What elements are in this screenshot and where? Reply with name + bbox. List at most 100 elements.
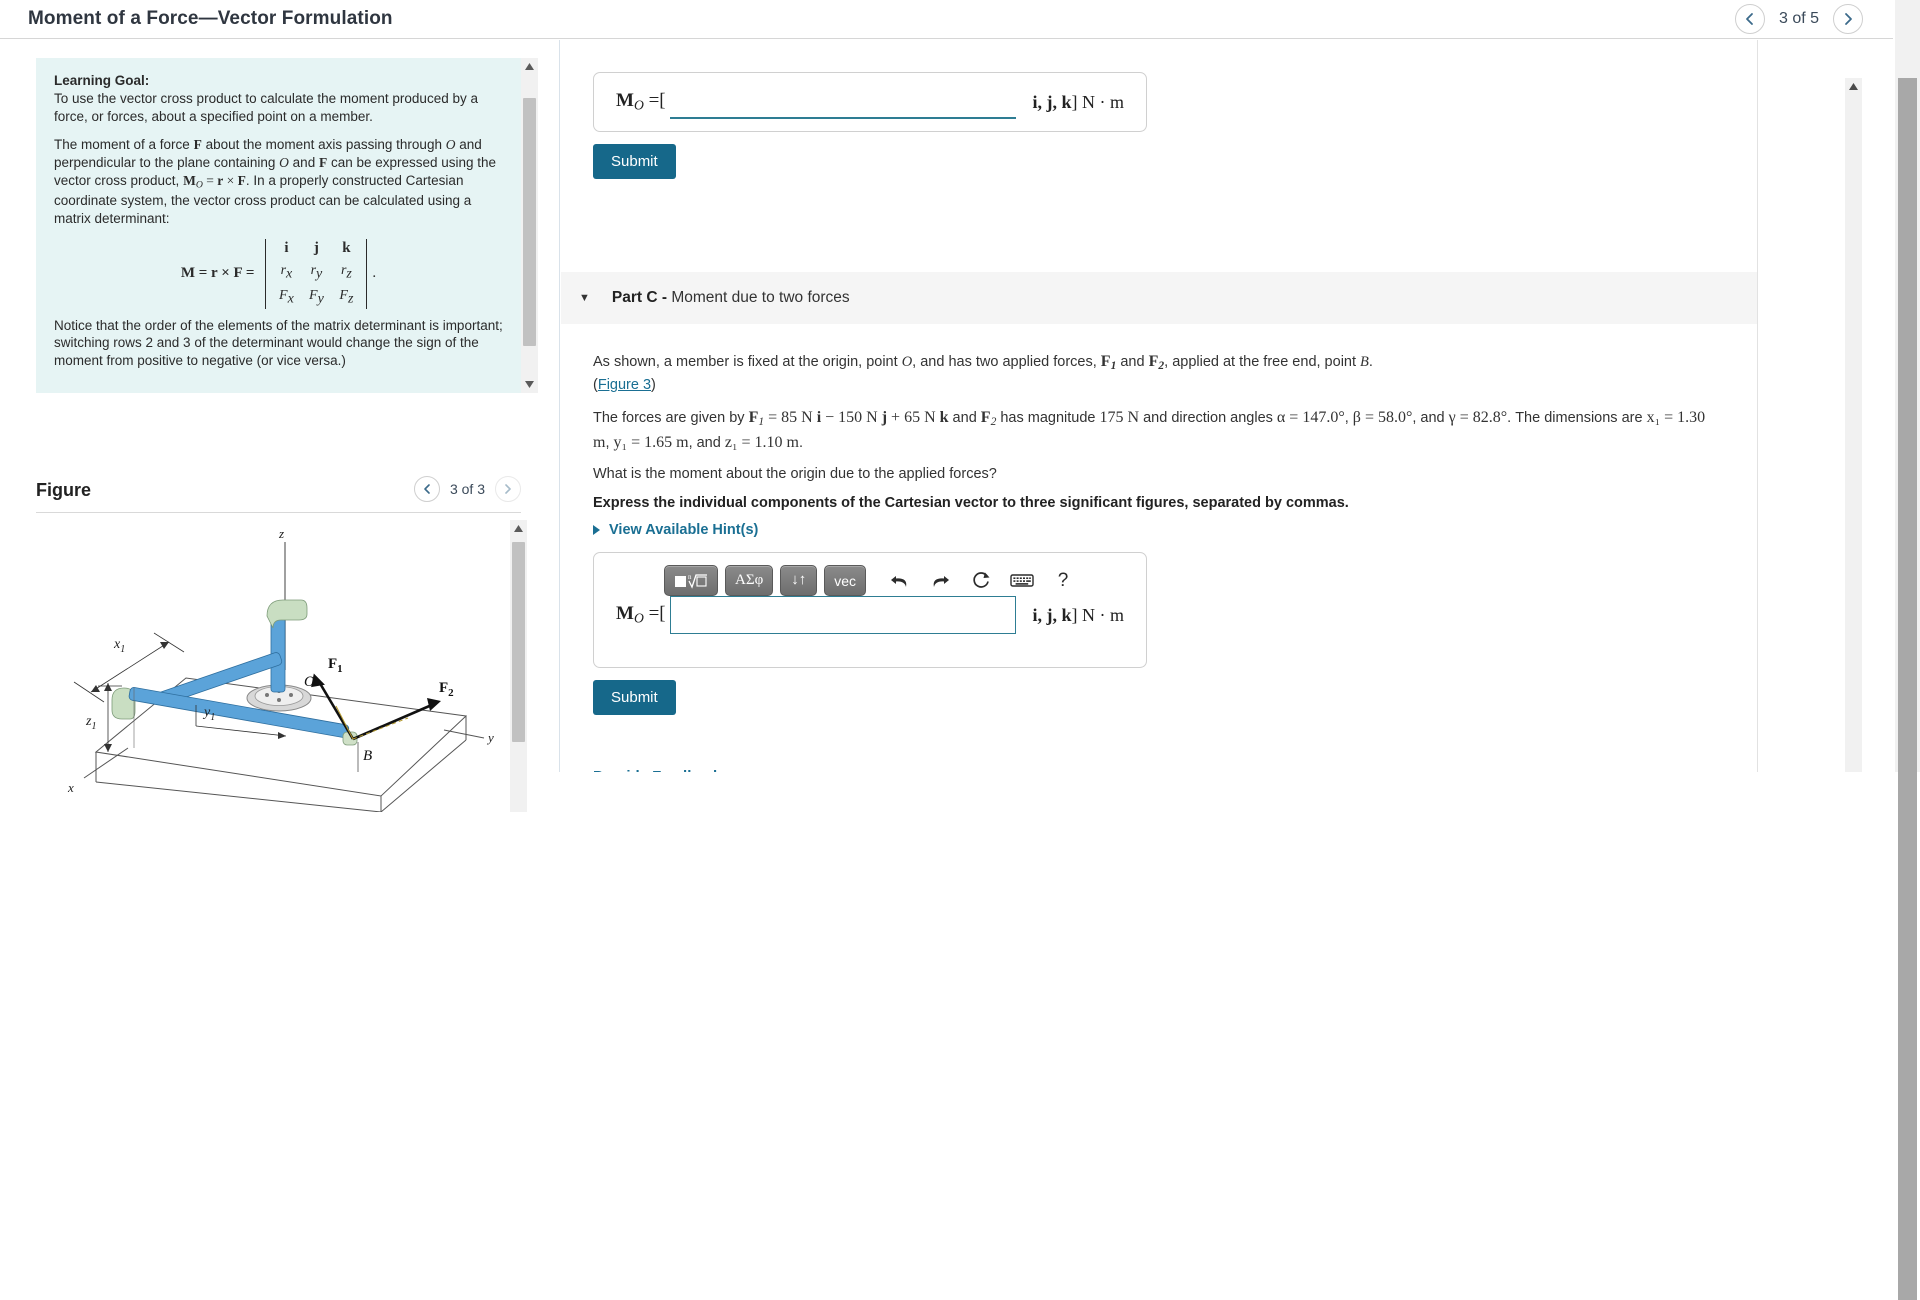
- scroll-down-arrow[interactable]: [521, 376, 538, 393]
- dimension-z1: z1: [85, 714, 96, 732]
- force-F2-symbol: F2: [980, 409, 997, 428]
- redo-icon[interactable]: [923, 565, 957, 596]
- dimension-z1-value: z₁ = 1.10 m: [724, 434, 799, 452]
- provide-feedback-link[interactable]: Provide Feedback: [593, 768, 721, 772]
- learning-panel-scrollbar[interactable]: [521, 58, 538, 393]
- det-cell-ry: ry: [310, 262, 323, 282]
- learning-goal-label: Learning Goal:: [54, 73, 150, 88]
- vector-button[interactable]: vec: [824, 565, 867, 596]
- caret-down-icon[interactable]: ▼: [579, 292, 590, 304]
- angle-alpha: α = 147.0°: [1276, 409, 1345, 426]
- prompt-question: What is the moment about the origin due …: [593, 466, 997, 482]
- answer-bottom-label-eq: =[: [643, 603, 666, 625]
- help-icon[interactable]: ?: [1046, 565, 1080, 596]
- determinant-period: .: [372, 264, 377, 281]
- answer-top-label-sub: O: [633, 97, 644, 113]
- page-scrollbar[interactable]: [1895, 0, 1920, 1300]
- learning-goal-text: To use the vector cross product to calcu…: [54, 90, 478, 124]
- point-O-symbol: O: [445, 137, 456, 153]
- greek-symbols-button[interactable]: ΑΣφ: [725, 565, 774, 596]
- answer-top-input[interactable]: [669, 85, 1017, 119]
- left-panel: Learning Goal: To use the vector cross p…: [0, 40, 560, 812]
- text-fragment: .: [799, 435, 804, 452]
- top-bar: Moment of a Force—Vector Formulation 3 o…: [0, 0, 1893, 39]
- text-fragment: ,: [1344, 410, 1353, 426]
- figure-scroll-up-arrow[interactable]: [510, 520, 527, 537]
- force-label-F1: F1: [328, 656, 343, 675]
- figure-scrollbar[interactable]: [510, 520, 527, 812]
- scrollbar-thumb[interactable]: [523, 98, 536, 346]
- figure-divider: [36, 512, 521, 513]
- answer-top-label-eq: =[: [643, 90, 666, 112]
- submit-button-bottom[interactable]: Submit: [593, 680, 676, 715]
- determinant-bar-left: [265, 238, 267, 309]
- text-fragment: As shown, a member is fixed at the origi…: [593, 354, 902, 370]
- vector-F-symbol: F: [193, 137, 202, 153]
- answer-bottom-input[interactable]: [669, 596, 1017, 634]
- content-scroll-up-arrow[interactable]: [1845, 78, 1862, 95]
- determinant-lhs: M = r × F =: [180, 264, 255, 281]
- text-fragment: , and: [1412, 410, 1449, 426]
- triangle-right-icon: [593, 525, 600, 535]
- text-fragment: and: [948, 410, 981, 426]
- det-cell-rx: rx: [280, 262, 293, 282]
- view-hints-button[interactable]: View Available Hint(s): [593, 522, 758, 538]
- pager-top: 3 of 5: [1734, 4, 1863, 34]
- next-page-button[interactable]: [1833, 4, 1863, 34]
- text-fragment: , and: [688, 435, 725, 452]
- text-fragment: and: [288, 155, 319, 171]
- figure-prev-button[interactable]: [413, 476, 440, 502]
- figure-header: Figure 3 of 3: [36, 476, 521, 502]
- content-right-divider: [1757, 40, 1758, 772]
- learning-goal-block: Learning Goal: To use the vector cross p…: [54, 72, 503, 125]
- determinant-formula: M = r × F = i j k rx ry rz Fx Fy Fz .: [54, 238, 503, 309]
- point-O-symbol: O: [901, 354, 913, 370]
- part-c-title: Part C - Moment due to two forces: [612, 289, 850, 307]
- answer-card-bottom: n ΑΣφ ↓↑ vec ? MO =[i, j, k] N · m: [593, 552, 1147, 668]
- answer-bottom-units: i, j, k] N · m: [1032, 604, 1124, 625]
- figure-scrollbar-thumb[interactable]: [512, 542, 525, 742]
- prompt-paragraph-2: The forces are given by F1 = 85 N i − 15…: [593, 406, 1723, 455]
- angle-gamma: γ = 82.8°: [1448, 409, 1508, 426]
- undo-icon[interactable]: [882, 565, 916, 596]
- determinant-bar-right: [366, 238, 368, 309]
- text-fragment: and direction angles: [1139, 410, 1277, 426]
- figure-3-link[interactable]: Figure 3: [598, 377, 651, 393]
- content-scrollbar[interactable]: [1845, 78, 1862, 772]
- part-c-name: Part C -: [611, 289, 672, 306]
- text-fragment: has magnitude: [996, 410, 1100, 426]
- point-label-O: O: [304, 674, 315, 690]
- det-cell-rz: rz: [340, 262, 352, 282]
- arrows-button[interactable]: ↓↑: [780, 565, 818, 596]
- answer-bottom-row: MO =[ i, j, k] N · m: [594, 590, 1146, 640]
- dimension-y1-value: y₁ = 1.65 m: [613, 434, 689, 452]
- keyboard-icon[interactable]: [1005, 565, 1039, 596]
- learning-paragraph-2: The moment of a force F about the moment…: [54, 136, 503, 228]
- scroll-up-arrow[interactable]: [521, 58, 538, 75]
- answer-bottom-label: MO =[: [616, 603, 666, 626]
- part-c-header[interactable]: ▼ Part C - Moment due to two forces: [561, 272, 1757, 324]
- reset-icon[interactable]: [964, 565, 998, 596]
- dimension-x1: x1: [113, 637, 125, 655]
- text-fragment: .: [1368, 354, 1373, 370]
- det-cell-Fz: Fz: [339, 287, 354, 307]
- template-radical-button[interactable]: n: [664, 565, 718, 596]
- page-scrollbar-thumb[interactable]: [1898, 78, 1917, 1300]
- prompt-instruction: Express the individual components of the…: [593, 495, 1349, 511]
- prev-page-button[interactable]: [1734, 4, 1765, 34]
- det-cell-Fx: Fx: [279, 287, 294, 307]
- vector-F1-symbol: F1: [1100, 353, 1117, 372]
- vector-F-symbol: F: [318, 155, 328, 171]
- submit-button-top[interactable]: Submit: [593, 144, 676, 179]
- point-O-symbol: O: [279, 155, 289, 171]
- figure-pager: 3 of 3: [413, 476, 521, 502]
- figure-next-button[interactable]: [495, 476, 521, 502]
- figure-image: z x y x1 y1 z1 F1 F2 O B: [36, 520, 521, 812]
- text-fragment: . The dimensions are: [1507, 410, 1647, 426]
- vector-F2-symbol: F2: [1148, 353, 1165, 372]
- moment-equation: MO = r × F: [183, 173, 246, 191]
- content-scrollbar-thumb[interactable]: [1845, 95, 1862, 333]
- answer-top-label-M: M: [616, 90, 634, 112]
- force-F2-magnitude: 175 N: [1099, 409, 1140, 426]
- svg-text:n: n: [688, 573, 692, 581]
